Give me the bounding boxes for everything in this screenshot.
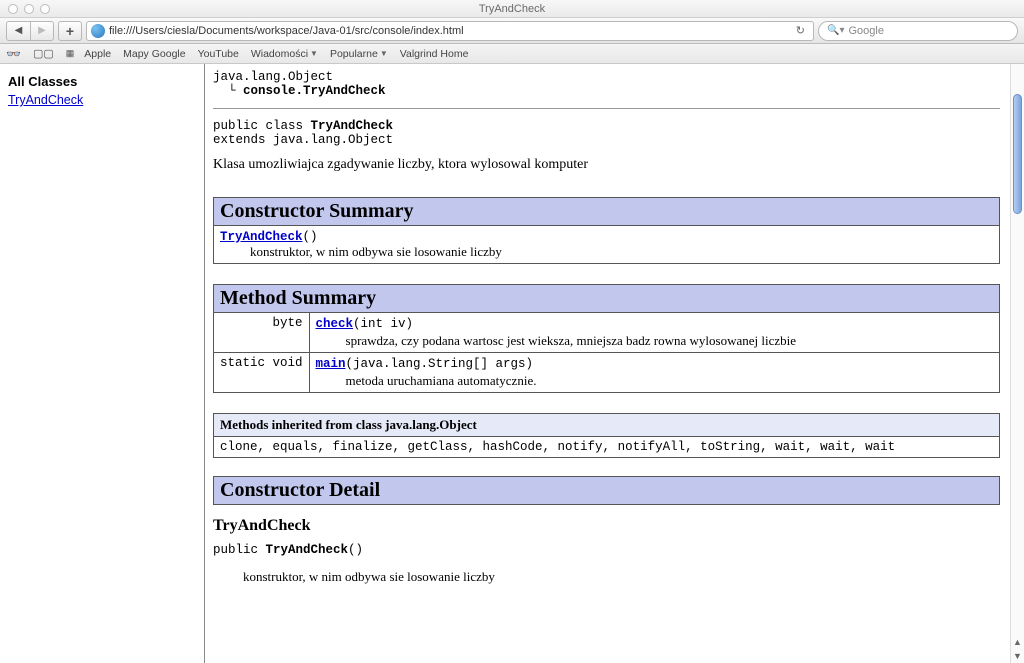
constructor-summary-row: TryAndCheck() konstruktor, w nim odbywa … — [214, 226, 1000, 264]
class-declaration: public class TryAndCheck extends java.la… — [213, 119, 1000, 147]
method-modifier: static void — [214, 353, 310, 393]
constructor-detail-desc: konstruktor, w nim odbywa sie losowanie … — [213, 569, 1000, 585]
method-summary-header: Method Summary — [214, 285, 1000, 313]
search-field[interactable]: 🔍▾ Google — [818, 21, 1018, 41]
window-titlebar: TryAndCheck — [0, 0, 1024, 18]
method-desc: sprawdza, czy podana wartosc jest wieksz… — [316, 333, 993, 349]
scrollbar-thumb[interactable] — [1013, 94, 1022, 214]
inherited-methods-table: Methods inherited from class java.lang.O… — [213, 413, 1000, 458]
inherited-header: Methods inherited from class java.lang.O… — [214, 414, 1000, 437]
constructor-detail-name: TryAndCheck — [213, 517, 1000, 535]
divider — [213, 108, 1000, 109]
sidebar-frame: All Classes TryAndCheck — [0, 64, 205, 663]
class-description: Klasa umozliwiajca zgadywanie liczby, kt… — [213, 157, 1000, 173]
bookmarks-bar: 👓 ▢▢ ▦ Apple Mapy Google YouTube Wiadomo… — [0, 44, 1024, 64]
table-row: byte check(int iv) sprawdza, czy podana … — [214, 313, 1000, 353]
constructor-desc: konstruktor, w nim odbywa sie losowanie … — [220, 244, 993, 260]
reader-icon[interactable]: 👓 — [6, 47, 21, 61]
method-cell: main(java.lang.String[] args) metoda uru… — [309, 353, 999, 393]
bookmark-valgrind-home[interactable]: Valgrind Home — [400, 48, 469, 60]
method-link-check[interactable]: check — [316, 317, 354, 331]
forward-button[interactable]: ▶ — [30, 21, 54, 41]
bookmark-wiadomosci[interactable]: Wiadomości▼ — [251, 48, 318, 60]
constructor-summary-table: Constructor Summary TryAndCheck() konstr… — [213, 197, 1000, 264]
inheritance-tree: java.lang.Object └ console.TryAndCheck — [213, 70, 1000, 98]
site-favicon — [91, 24, 105, 38]
scroll-up-arrow[interactable]: ▲ — [1011, 635, 1024, 649]
bookmark-youtube[interactable]: YouTube — [198, 48, 239, 60]
nav-group: ◀ ▶ — [6, 21, 54, 41]
constructor-summary-header: Constructor Summary — [214, 198, 1000, 226]
scroll-down-arrow[interactable]: ▼ — [1011, 649, 1024, 663]
method-summary-table: Method Summary byte check(int iv) sprawd… — [213, 284, 1000, 393]
url-text: file:///Users/ciesla/Documents/workspace… — [109, 25, 464, 37]
browser-toolbar: ◀ ▶ + file:///Users/ciesla/Documents/wor… — [0, 18, 1024, 44]
constructor-link[interactable]: TryAndCheck — [220, 230, 303, 244]
constructor-detail-signature: public TryAndCheck() — [213, 543, 1000, 557]
sidebar-heading: All Classes — [8, 74, 196, 89]
method-cell: check(int iv) sprawdza, czy podana warto… — [309, 313, 999, 353]
table-row: static void main(java.lang.String[] args… — [214, 353, 1000, 393]
method-modifier: byte — [214, 313, 310, 353]
inherited-list: clone, equals, finalize, getClass, hashC… — [214, 437, 1000, 458]
vertical-scrollbar[interactable]: ▲ ▼ — [1010, 64, 1024, 663]
address-bar[interactable]: file:///Users/ciesla/Documents/workspace… — [86, 21, 814, 41]
add-bookmark-button[interactable]: + — [58, 21, 82, 41]
content-frameset: All Classes TryAndCheck java.lang.Object… — [0, 64, 1024, 663]
reload-button[interactable]: ↻ — [792, 24, 809, 37]
back-button[interactable]: ◀ — [6, 21, 30, 41]
search-icon: 🔍▾ — [827, 25, 844, 36]
topsite-icon[interactable]: ▦ — [66, 48, 73, 59]
search-placeholder: Google — [848, 25, 883, 37]
sidebar-link-tryandcheck[interactable]: TryAndCheck — [8, 93, 83, 107]
bookmark-mapy-google[interactable]: Mapy Google — [123, 48, 185, 60]
method-desc: metoda uruchamiana automatycznie. — [316, 373, 993, 389]
bookmark-popularne[interactable]: Popularne▼ — [330, 48, 388, 60]
bookmark-apple[interactable]: Apple — [84, 48, 111, 60]
constructor-detail-header: Constructor Detail — [213, 476, 1000, 505]
main-frame: java.lang.Object └ console.TryAndCheck p… — [205, 64, 1024, 663]
window-title: TryAndCheck — [0, 3, 1024, 15]
show-all-bookmarks-icon[interactable]: ▢▢ — [33, 47, 54, 60]
method-link-main[interactable]: main — [316, 357, 346, 371]
